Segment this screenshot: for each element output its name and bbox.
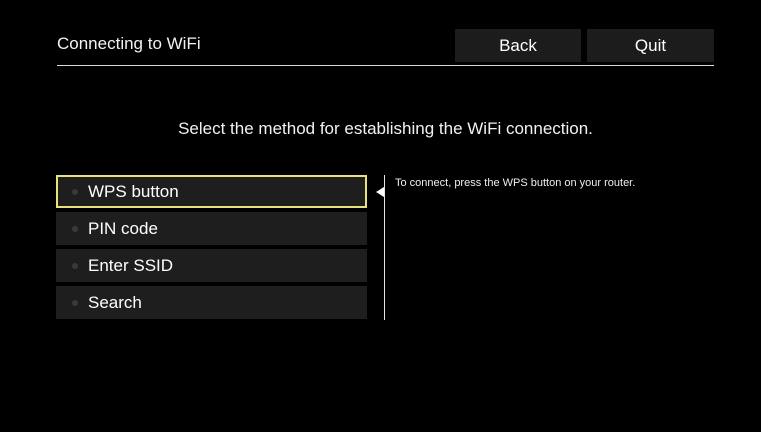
back-button[interactable]: Back [455,29,581,62]
menu-item-search[interactable]: Search [56,286,367,319]
header-divider [57,65,714,66]
menu-item-label: Search [88,292,142,312]
menu-item-wps-button[interactable]: WPS button [56,175,367,208]
help-text: To connect, press the WPS button on your… [395,177,636,189]
bullet-icon [72,188,78,195]
wifi-setup-screen: Connecting to WiFi Back Quit Select the … [0,0,761,432]
page-title: Connecting to WiFi [57,34,201,53]
instruction-text: Select the method for establishing the W… [178,119,593,138]
quit-button[interactable]: Quit [587,29,714,62]
connection-method-menu: WPS button PIN code Enter SSID Search [56,175,367,323]
selection-pointer-icon [376,187,384,197]
menu-item-label: PIN code [88,218,158,238]
panel-divider [384,175,385,320]
bullet-icon [72,262,78,269]
menu-item-label: Enter SSID [88,255,174,275]
menu-item-pin-code[interactable]: PIN code [56,212,367,245]
bullet-icon [72,299,78,306]
menu-item-enter-ssid[interactable]: Enter SSID [56,249,367,282]
bullet-icon [72,225,78,232]
menu-item-label: WPS button [88,181,179,201]
